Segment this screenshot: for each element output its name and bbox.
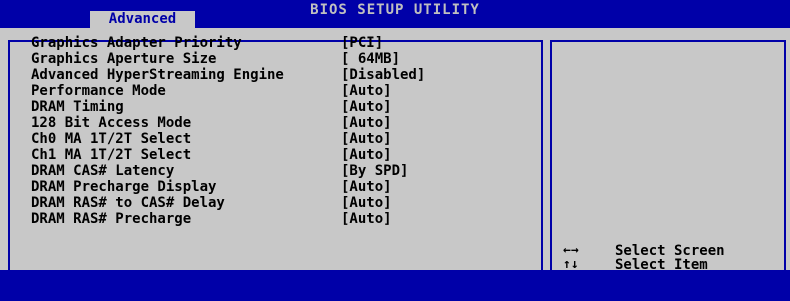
setting-value[interactable]: [Auto] [341,131,392,147]
setting-label: Performance Mode [31,83,166,99]
setting-performance-mode[interactable]: Performance Mode [Auto] [31,83,425,99]
setting-label: Graphics Adapter Priority [31,35,242,51]
setting-graphics-adapter-priority[interactable]: Graphics Adapter Priority [PCI] [31,35,425,51]
setting-value[interactable]: [Auto] [341,115,392,131]
setting-label: 128 Bit Access Mode [31,115,192,131]
setting-label: Ch1 MA 1T/2T Select [31,147,192,163]
setting-dram-ras-to-cas-delay[interactable]: DRAM RAS# to CAS# Delay [Auto] [31,195,425,211]
help-text: Select Screen [615,243,725,259]
setting-value[interactable]: [Auto] [341,195,392,211]
settings-list: Graphics Adapter Priority [PCI] Graphics … [31,35,425,227]
title-bar: BIOS SETUP UTILITY Advanced [0,0,790,28]
setting-advanced-hyperstreaming-engine[interactable]: Advanced HyperStreaming Engine [Disabled] [31,67,425,83]
setting-value[interactable]: [Auto] [341,179,392,195]
setting-dram-precharge-display[interactable]: DRAM Precharge Display [Auto] [31,179,425,195]
setting-value[interactable]: [Auto] [341,83,392,99]
setting-ch1-ma-1t2t-select[interactable]: Ch1 MA 1T/2T Select [Auto] [31,147,425,163]
setting-value[interactable]: [ 64MB] [341,51,400,67]
setting-label: DRAM RAS# Precharge [31,211,192,227]
setting-dram-timing[interactable]: DRAM Timing [Auto] [31,99,425,115]
setting-label: Advanced HyperStreaming Engine [31,67,284,83]
setting-label: Graphics Aperture Size [31,51,217,67]
setting-label: Ch0 MA 1T/2T Select [31,131,192,147]
help-panel-frame [550,40,786,276]
help-select-screen: ←→ Select Screen [563,244,725,259]
setting-dram-ras-precharge[interactable]: DRAM RAS# Precharge [Auto] [31,211,425,227]
tab-advanced[interactable]: Advanced [90,11,195,28]
setting-label: DRAM RAS# to CAS# Delay [31,195,225,211]
setting-value[interactable]: [PCI] [341,35,383,51]
setting-value[interactable]: [By SPD] [341,163,408,179]
setting-ch0-ma-1t2t-select[interactable]: Ch0 MA 1T/2T Select [Auto] [31,131,425,147]
setting-value[interactable]: [Auto] [341,147,392,163]
setting-value[interactable]: [Auto] [341,211,392,227]
setting-value[interactable]: [Disabled] [341,67,425,83]
setting-label: DRAM CAS# Latency [31,163,175,179]
setting-value[interactable]: [Auto] [341,99,392,115]
setting-label: DRAM Timing [31,99,124,115]
setting-dram-cas-latency[interactable]: DRAM CAS# Latency [By SPD] [31,163,425,179]
setting-128-bit-access-mode[interactable]: 128 Bit Access Mode [Auto] [31,115,425,131]
left-right-arrows-icon: ←→ [563,243,579,258]
setting-label: DRAM Precharge Display [31,179,217,195]
setting-graphics-aperture-size[interactable]: Graphics Aperture Size [ 64MB] [31,51,425,67]
